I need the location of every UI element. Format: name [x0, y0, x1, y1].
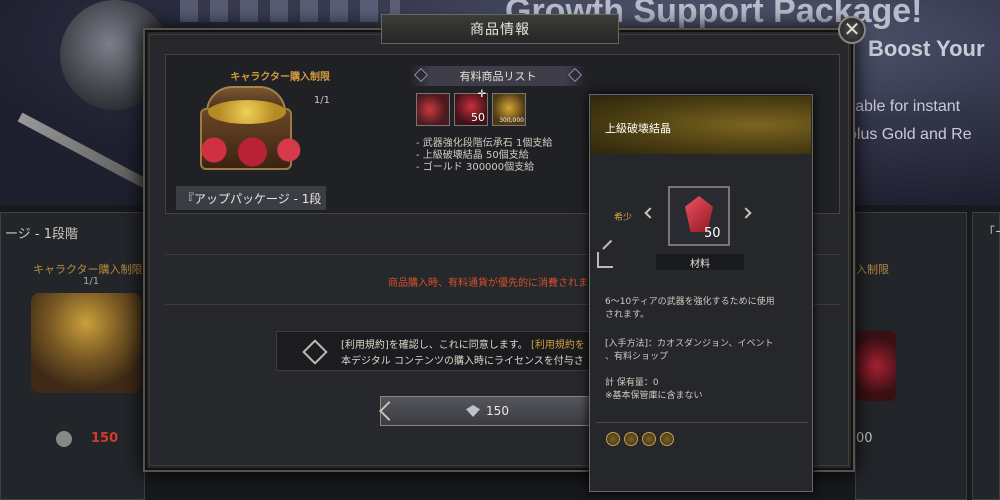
- upgrade-plus-icon: ✛: [477, 89, 486, 100]
- gem-currency-icon: [466, 405, 481, 417]
- terms-agree-text: [利用規約]を確認し、これに同意します。: [341, 340, 528, 351]
- background-package-card-far[interactable]: 「ー: [972, 212, 1000, 500]
- bind-icon: [624, 432, 638, 446]
- item-source-line-1: [入手方法]：カオスダンジョン、イベント: [605, 339, 774, 349]
- background-card-limit-label: キャラクター購入制限: [33, 263, 143, 276]
- background-card-limit-label: 入制限: [856, 263, 889, 276]
- item-slot-quantity: 50: [471, 111, 485, 124]
- banner-description-line-2: plus Gold and Re: [848, 126, 972, 143]
- item-category: 材料: [690, 258, 710, 270]
- crystal-icon: [856, 331, 896, 401]
- background-package-card-right[interactable]: 入制限 00: [855, 212, 967, 500]
- tooltip-divider: [596, 422, 808, 423]
- terms-link[interactable]: [利用規約を: [531, 340, 585, 351]
- item-slot-quantity: 300,000: [499, 117, 524, 124]
- modal-title-plate: 商品情報: [381, 14, 619, 44]
- diamond-ornament-icon: [413, 67, 429, 83]
- package-name: 『アップパッケージ - 1段: [176, 186, 326, 210]
- background-gem-row: [180, 0, 400, 22]
- paid-item-list-header: 有料商品リスト: [410, 66, 586, 86]
- content-line: - ゴールド 300000個支給: [416, 162, 535, 173]
- background-card-limit-count: 1/1: [83, 276, 100, 287]
- background-card-price: 00: [856, 431, 873, 446]
- background-package-card-left[interactable]: ージ - 1段階 キャラクター購入制限 1/1 150: [0, 212, 145, 500]
- item-slot-destruction-crystal[interactable]: ✛ 50: [454, 89, 488, 126]
- background-card-title: ージ - 1段階: [5, 227, 78, 242]
- background-card-title: 「ー: [983, 225, 1000, 239]
- purchase-price: 150: [486, 404, 509, 418]
- terms-text-line-1: [利用規約]を確認し、これに同意します。 [利用規約を: [341, 336, 585, 351]
- tradable-icon: [606, 432, 620, 446]
- item-stock-count: 計 保有量：0: [605, 378, 659, 388]
- modal-title: 商品情報: [470, 22, 530, 38]
- external-link-icon[interactable]: [597, 252, 613, 268]
- item-slot-enhance-stone[interactable]: [416, 93, 450, 126]
- treasure-chest-icon: [31, 293, 141, 393]
- item-source-line-2: 、有料ショップ: [605, 352, 669, 362]
- no-sell-icon: [660, 432, 674, 446]
- terms-text-line-2: 本デジタル コンテンツの購入時にライセンスを付与さ: [341, 356, 584, 367]
- diamond-ornament-icon: [567, 67, 583, 83]
- item-stock-note: ※基本保管庫に含まない: [605, 391, 703, 401]
- close-button[interactable]: ✕: [838, 16, 866, 44]
- item-description-line-2: されます。: [605, 310, 650, 320]
- item-rarity-label: 希少: [614, 213, 633, 223]
- item-description-line-1: 6〜10ティアの武器を強化するために使用: [605, 297, 775, 307]
- storage-icon: [642, 432, 656, 446]
- paid-currency-notice: 商品購入時、有料通貨が優先的に消費されま: [388, 278, 588, 289]
- banner-description-line-1: ilable for instant: [848, 98, 961, 115]
- tooltip-item-quantity: 50: [704, 226, 721, 241]
- background-card-price: 150: [91, 431, 119, 446]
- paid-item-list-title: 有料商品リスト: [459, 70, 537, 83]
- item-slot-gold[interactable]: 300,000: [492, 93, 526, 126]
- tooltip-item-name: 上級破壊結晶: [605, 122, 671, 135]
- gem-currency-icon: [56, 431, 72, 447]
- item-category-plate: 材料: [656, 254, 744, 270]
- purchase-button[interactable]: 150: [380, 396, 595, 426]
- banner-subtitle: Boost Your: [868, 36, 985, 61]
- package-chest-icon: [192, 82, 302, 180]
